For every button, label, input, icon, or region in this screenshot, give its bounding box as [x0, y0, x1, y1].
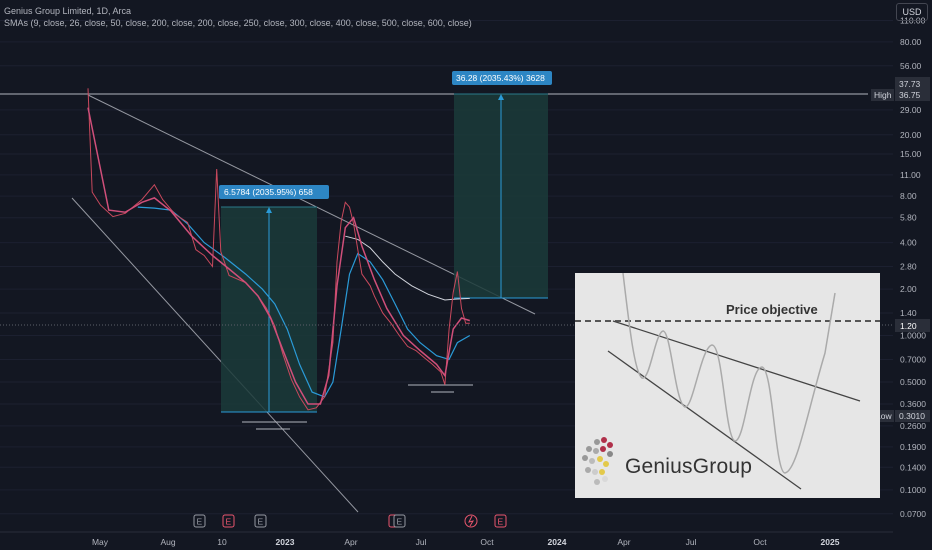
y-tick-22: 0.1400 [900, 462, 926, 472]
x-tick-7: 2024 [548, 537, 567, 547]
chart-legend: Genius Group Limited, 1D, Arca SMAs (9, … [4, 5, 472, 29]
y-tick-9: 5.80 [900, 213, 917, 223]
sma-info[interactable]: SMAs (9, close, 26, close, 50, close, 20… [4, 17, 472, 29]
y-tick-4: 29.00 [900, 105, 922, 115]
inset-title: Price objective [726, 302, 818, 317]
x-tick-3: 2023 [276, 537, 295, 547]
y-tick-13: 1.40 [900, 308, 917, 318]
y-tick-10: 4.00 [900, 238, 917, 248]
measure-label-2: 36.28 (2035.43%) 3628 [456, 73, 545, 83]
last-value: 1.20 [900, 321, 917, 331]
svg-text:E: E [258, 517, 264, 527]
inset-brand: GeniusGroup [625, 455, 753, 478]
y-tick-16: 0.7000 [900, 354, 926, 364]
y-tick-18: 0.3600 [900, 399, 926, 409]
svg-text:E: E [226, 517, 232, 527]
high-value: 36.75 [899, 90, 921, 100]
x-tick-11: 2025 [821, 537, 840, 547]
y-tick-5: 20.00 [900, 130, 922, 140]
x-tick-9: Jul [686, 537, 697, 547]
y-tick-20: 0.2600 [900, 421, 926, 431]
measure-label-1: 6.5784 (2035.95%) 658 [224, 187, 313, 197]
x-tick-6: Oct [480, 537, 494, 547]
x-tick-2: 10 [217, 537, 227, 547]
currency-button[interactable]: USD [896, 3, 928, 21]
x-tick-4: Apr [344, 537, 357, 547]
y-tick-8: 8.00 [900, 191, 917, 201]
x-tick-8: Apr [617, 537, 630, 547]
y-tick-15: 1.0000 [900, 331, 926, 341]
svg-text:E: E [397, 517, 403, 527]
top-value: 37.73 [899, 79, 921, 89]
y-tick-23: 0.1000 [900, 485, 926, 495]
y-tick-6: 15.00 [900, 149, 922, 159]
x-tick-10: Oct [753, 537, 767, 547]
y-tick-2: 56.00 [900, 61, 922, 71]
y-tick-24: 0.0700 [900, 509, 926, 519]
pattern-inset: Price objective GeniusGroup [575, 273, 880, 498]
y-tick-17: 0.5000 [900, 377, 926, 387]
x-tick-0: May [92, 537, 109, 547]
x-tick-1: Aug [160, 537, 175, 547]
y-tick-12: 2.00 [900, 284, 917, 294]
x-tick-5: Jul [416, 537, 427, 547]
y-tick-7: 11.00 [900, 170, 921, 180]
low-value: 0.3010 [899, 411, 925, 421]
genius-logo-icon [582, 437, 613, 485]
svg-text:E: E [498, 517, 504, 527]
y-tick-11: 2.80 [900, 262, 917, 272]
high-label: High [874, 90, 892, 100]
svg-text:E: E [197, 517, 203, 527]
y-tick-1: 80.00 [900, 37, 922, 47]
symbol-info[interactable]: Genius Group Limited, 1D, Arca [4, 5, 472, 17]
event-marker-5[interactable]: E [393, 514, 406, 528]
y-tick-21: 0.1900 [900, 442, 926, 452]
